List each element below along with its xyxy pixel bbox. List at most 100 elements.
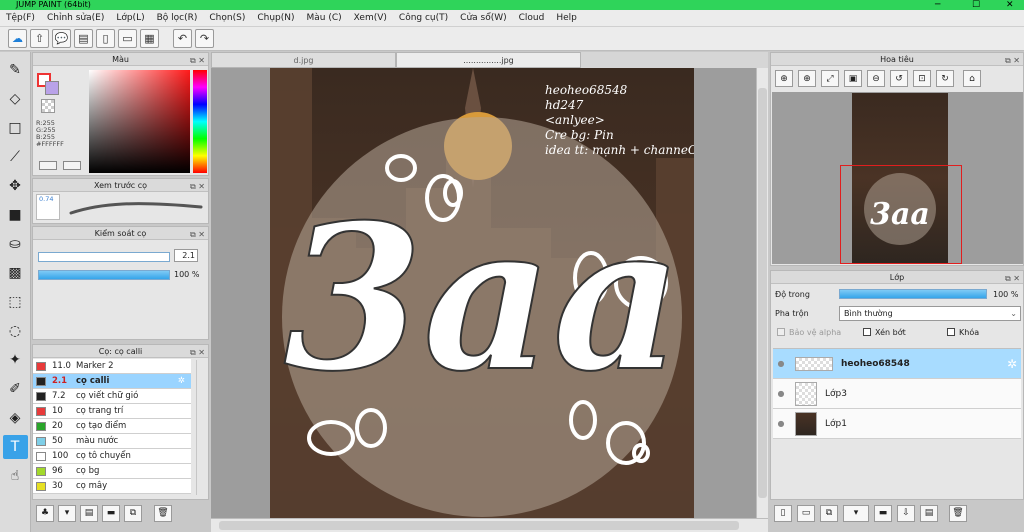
menu-cloud[interactable]: Cloud xyxy=(519,13,545,23)
close-icon[interactable]: ✕ xyxy=(1006,0,1014,10)
layer-visibility-icon[interactable]: ● xyxy=(773,419,789,428)
navigator-preview[interactable]: 3aa xyxy=(772,92,1023,264)
protect-alpha-checkbox[interactable] xyxy=(777,328,785,336)
message-icon[interactable]: ▤ xyxy=(74,29,93,48)
brush-size-input[interactable]: 2.1 xyxy=(174,249,198,262)
brush-copy-icon[interactable]: ⧉ xyxy=(124,504,142,522)
brush-settings-icon[interactable]: ▤ xyxy=(80,504,98,522)
fill-shape-tool-icon[interactable]: ■ xyxy=(3,203,28,227)
flip-icon[interactable]: ⊡ xyxy=(913,70,931,87)
navigator-viewport-frame[interactable] xyxy=(840,165,962,264)
brush-list-item[interactable]: 2.1 cọ calli ✲ xyxy=(33,374,191,389)
new-raster-layer-icon[interactable]: ▭ xyxy=(797,504,815,522)
grid-icon[interactable]: ▦ xyxy=(140,29,159,48)
page-icon[interactable]: ▭ xyxy=(118,29,137,48)
new-brush-icon[interactable]: ▾ xyxy=(58,504,76,522)
comment-icon[interactable]: 💬 xyxy=(52,29,71,48)
redo-icon[interactable]: ↷ xyxy=(195,29,214,48)
cloud-icon[interactable]: ☁ xyxy=(8,29,27,48)
line-tool-icon[interactable]: ⟋ xyxy=(3,145,28,169)
menu-color[interactable]: Màu (C) xyxy=(307,13,342,23)
layer-opacity-slider[interactable] xyxy=(839,289,987,299)
select-rect-tool-icon[interactable]: ⬚ xyxy=(3,290,28,314)
rotate-right-icon[interactable]: ↻ xyxy=(936,70,954,87)
brush-list-item[interactable]: 10 cọ trang trí xyxy=(33,404,191,419)
canvas-horizontal-scrollbar[interactable] xyxy=(211,518,768,532)
menu-filter[interactable]: Bộ lọc(R) xyxy=(157,13,198,23)
fit-icon[interactable]: ⤢ xyxy=(821,70,839,87)
layer-row[interactable]: ● Lớp1 xyxy=(773,409,1021,439)
brush-size-slider[interactable] xyxy=(38,252,170,262)
undo-icon[interactable]: ↶ xyxy=(173,29,192,48)
zoom-in-icon[interactable]: ⊕ xyxy=(775,70,793,87)
zoom-out-icon[interactable]: ⊖ xyxy=(867,70,885,87)
bucket-tool-icon[interactable]: ⛀ xyxy=(3,232,28,256)
delete-brush-icon[interactable]: 🗑 xyxy=(154,504,172,522)
layer-settings-gear-icon[interactable]: ✲ xyxy=(1007,357,1017,371)
brush-opacity-slider[interactable] xyxy=(38,270,170,280)
delete-layer-icon[interactable]: 🗑 xyxy=(949,504,967,522)
color-mode-button[interactable] xyxy=(39,161,57,170)
layer-row[interactable]: ● heoheo68548 ✲ xyxy=(773,349,1021,379)
copy-layer-icon[interactable]: ⧉ xyxy=(820,504,838,522)
text-tool-icon[interactable]: T xyxy=(2,435,28,459)
eraser-tool-icon[interactable]: ◇ xyxy=(3,87,28,111)
menu-help[interactable]: Help xyxy=(556,13,577,23)
hue-slider[interactable] xyxy=(193,70,207,173)
gradient-tool-icon[interactable]: ▩ xyxy=(3,261,28,285)
saturation-value-picker[interactable] xyxy=(89,70,190,173)
tab-d-jpg[interactable]: d.jpg xyxy=(211,52,396,68)
select-pen-tool-icon[interactable]: ✐ xyxy=(3,377,28,401)
tab-active-jpg[interactable]: ...............jpg xyxy=(396,52,581,68)
panel-buttons[interactable]: ⧉ ✕ xyxy=(190,54,205,67)
vertical-scroll-thumb[interactable] xyxy=(758,88,767,498)
rotate-left-icon[interactable]: ↺ xyxy=(890,70,908,87)
layer-visibility-icon[interactable]: ● xyxy=(773,359,789,368)
menu-select[interactable]: Chọn(S) xyxy=(209,13,245,23)
menu-view[interactable]: Xem(V) xyxy=(354,13,387,23)
actual-size-icon[interactable]: ▣ xyxy=(844,70,862,87)
layer-settings-icon[interactable]: ▤ xyxy=(920,504,938,522)
menu-capture[interactable]: Chụp(N) xyxy=(257,13,294,23)
brush-list-item[interactable]: 7.2 cọ viết chữ gió xyxy=(33,389,191,404)
canvas-area[interactable]: 3aa heoheo68548 hd247 <anlyee> Cre bg: P… xyxy=(211,68,756,518)
panel-buttons[interactable]: ⧉ ✕ xyxy=(190,346,205,359)
document-icon[interactable]: ▯ xyxy=(96,29,115,48)
panel-buttons[interactable]: ⧉ ✕ xyxy=(190,228,205,241)
menu-file[interactable]: Tệp(F) xyxy=(6,13,35,23)
layer-visibility-icon[interactable]: ● xyxy=(773,389,789,398)
select-eraser-tool-icon[interactable]: ◈ xyxy=(3,406,28,430)
brush-folder-icon[interactable]: ▬ xyxy=(102,504,120,522)
layer-folder-icon[interactable]: ▬ xyxy=(874,504,892,522)
brush-list-item[interactable]: 50 màu nước xyxy=(33,434,191,449)
brush-list-item[interactable]: 20 cọ tạo điểm xyxy=(33,419,191,434)
menu-window[interactable]: Cửa sổ(W) xyxy=(460,13,506,23)
maximize-icon[interactable]: ☐ xyxy=(972,0,980,10)
minimize-icon[interactable]: ─ xyxy=(935,0,940,10)
transparent-swatch[interactable] xyxy=(41,99,55,113)
magic-wand-tool-icon[interactable]: ✦ xyxy=(3,348,28,372)
move-tool-icon[interactable]: ✥ xyxy=(3,174,28,198)
menu-edit[interactable]: Chỉnh sửa(E) xyxy=(47,13,104,23)
panel-buttons[interactable]: ⧉ ✕ xyxy=(1005,54,1020,67)
brush-list-item[interactable]: 11.0 Marker 2 xyxy=(33,359,191,374)
brush-tree-icon[interactable]: ♣ xyxy=(36,504,54,522)
blend-mode-select[interactable]: Bình thường ⌄ xyxy=(839,306,1021,321)
lasso-tool-icon[interactable]: ◌ xyxy=(3,319,28,343)
menu-tools[interactable]: Công cụ(T) xyxy=(399,13,448,23)
clip-checkbox[interactable] xyxy=(863,328,871,336)
canvas-vertical-scrollbar[interactable] xyxy=(756,68,768,518)
zoom-out-small-icon[interactable]: ⊕ xyxy=(798,70,816,87)
sub-color-swatch[interactable] xyxy=(45,81,59,95)
color-swap-button[interactable] xyxy=(63,161,81,170)
export-icon[interactable]: ⇧ xyxy=(30,29,49,48)
new-layer-icon[interactable]: ▯ xyxy=(774,504,792,522)
add-layer-dropdown-icon[interactable]: ▾ xyxy=(843,504,869,522)
brush-list-item[interactable]: 100 cọ tô chuyển xyxy=(33,449,191,464)
brush-list-item[interactable]: 30 cọ mây xyxy=(33,479,191,494)
panel-buttons[interactable]: ⧉ ✕ xyxy=(190,180,205,193)
brush-settings-gear-icon[interactable]: ✲ xyxy=(178,376,185,386)
brush-list-scrollbar[interactable] xyxy=(196,360,206,495)
menu-layer[interactable]: Lớp(L) xyxy=(116,13,144,23)
pen-tool-icon[interactable]: ✎ xyxy=(3,58,28,82)
